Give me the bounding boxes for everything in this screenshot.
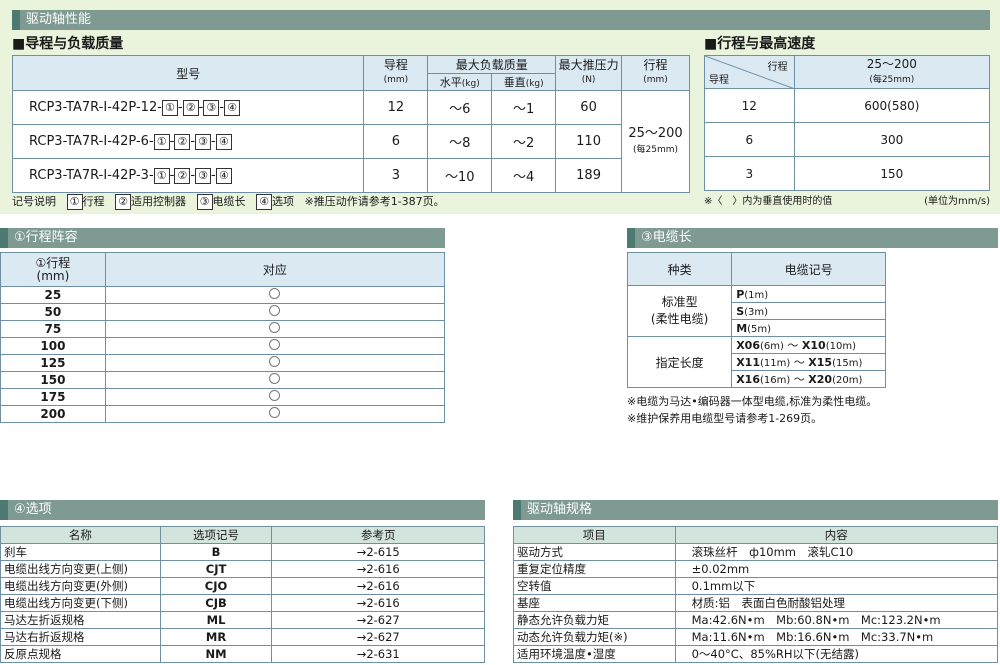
- standard-type-cell: 标准型 (柔性电缆): [626, 285, 733, 337]
- table-row: RCP3-TA7R-I-42P-3- ① - ② - ③ - ④ 3 ～10 ～4 189: [11, 158, 690, 193]
- table-row: 50: [0, 303, 446, 321]
- circle-icon: [269, 390, 281, 401]
- stroke-table: ①行程 (mm) 对应 25 50 75 100 125 150 175 200: [0, 252, 446, 423]
- section-title-spec: 驱动轴规格: [513, 500, 998, 520]
- table-row: 12 600(580): [704, 88, 991, 123]
- col-horizontal: 水平(kg): [427, 73, 493, 91]
- table-row: 100: [0, 337, 446, 355]
- col-stroke: ①行程 (mm): [0, 252, 106, 287]
- table-row: 静态允许负载力矩 Ma:42.6N•m Mb:60.8N•m Mc:123.2N•…: [513, 611, 999, 629]
- speed-table-heading: ■行程与最高速度: [704, 36, 816, 52]
- table-row: 马达右折返规格 MR →2-627: [0, 628, 485, 646]
- table-row: 基座 材质:铝 表面白色耐酸铝处理: [513, 594, 999, 612]
- table-row: 200: [0, 405, 446, 423]
- table-row: 空转值 0.1mm以下: [513, 577, 999, 595]
- circle-icon: [269, 322, 281, 333]
- cable-table: 种类 电缆记号 标准型 (柔性电缆) P(1m) S(3m) M(5m) 指定长度…: [626, 252, 886, 388]
- table-row: 驱动方式 滚珠丝杆 ф10mm 滚轧C10: [513, 543, 999, 561]
- table-row: 电缆出线方向变更(外侧) CJO →2-616: [0, 577, 485, 595]
- model-cell: RCP3-TA7R-I-42P-12- ① - ② - ③ - ④: [11, 90, 365, 125]
- table-row: 3 150: [704, 156, 991, 191]
- section-title-cable: ③电缆长: [627, 228, 998, 248]
- circle-icon: [269, 356, 281, 367]
- lead-load-table: 型号 导程 (mm) 最大负载质量 最大推压力 (N) 行程 (mm) 水平(kg) …: [11, 55, 690, 193]
- options-table: 名称 选项记号 参考页 刹车 B →2-615 电缆出线方向变更(上侧) CJT →2-…: [0, 526, 485, 663]
- circle-icon: [269, 339, 281, 350]
- section-title-performance: 驱动轴性能: [12, 10, 990, 30]
- table-row: RCP3-TA7R-I-42P-6- ① - ② - ③ - ④ 6 ～8 ～2 110: [11, 124, 690, 159]
- table-row: 刹车 B →2-615: [0, 543, 485, 561]
- table-row: 马达左折返规格 ML →2-627: [0, 611, 485, 629]
- table-row: 25: [0, 286, 446, 304]
- speed-table: 行程 导程 25～200 (每25mm) 12 600(580) 6 300 3 150: [704, 55, 991, 191]
- col-ref-page: 参考页: [271, 526, 485, 544]
- table-row: 75: [0, 320, 446, 338]
- stroke-range-cell: 25～200 (每25mm): [621, 90, 690, 193]
- custom-length-cell: 指定长度: [626, 336, 733, 388]
- table-row: 6 300: [704, 122, 991, 157]
- col-name: 名称: [0, 526, 161, 544]
- spec-table: 项目 内容 驱动方式 滚珠丝杆 ф10mm 滚轧C10 重复定位精度 ±0.02mm…: [513, 526, 999, 663]
- col-item: 项目: [513, 526, 676, 544]
- section-title-options: ④选项: [0, 500, 485, 520]
- cable-note-2: ※维护保养用电缆型号请参考1-269页。: [627, 412, 823, 425]
- col-vertical: 垂直(kg): [491, 73, 557, 91]
- model-cell: RCP3-TA7R-I-42P-3- ① - ② - ③ - ④: [11, 158, 365, 193]
- table-row: 电缆出线方向变更(上侧) CJT →2-616: [0, 560, 485, 578]
- table-row: 电缆出线方向变更(下侧) CJB →2-616: [0, 594, 485, 612]
- table-row: 175: [0, 388, 446, 406]
- speed-range-header: 25～200 (每25mm): [793, 55, 991, 89]
- circle-icon: [269, 373, 281, 384]
- col-lead: 导程 (mm): [363, 55, 429, 91]
- col-content: 内容: [674, 526, 999, 544]
- col-max-load: 最大负载质量: [427, 55, 557, 74]
- cable-note-1: ※电缆为马达•编码器一体型电缆,标准为柔性电缆。: [627, 395, 878, 408]
- col-cable-code: 电缆记号: [731, 252, 886, 286]
- model-legend: 记号说明 ① 行程 ② 适用控制器 ③ 电缆长 ④ 选项 ※推压动作请参考1-387页。: [12, 194, 445, 210]
- lead-table-heading: ■导程与负载质量: [12, 36, 124, 52]
- speed-note: ※〈 〉内为垂直使用时的值: [704, 196, 833, 207]
- col-model: 型号: [11, 55, 365, 91]
- table-row: 125: [0, 354, 446, 372]
- table-row: 适用环境温度•湿度 0～40°C、85%RH以下(无结露): [513, 645, 999, 663]
- table-row: 150: [0, 371, 446, 389]
- diagonal-header: 行程 导程: [704, 55, 795, 89]
- table-row: 动态允许负载力矩(※) Ma:11.6N•m Mb:16.6N•m Mc:33.7…: [513, 628, 999, 646]
- col-option-code: 选项记号: [159, 526, 273, 544]
- model-cell: RCP3-TA7R-I-42P-6- ① - ② - ③ - ④: [11, 124, 365, 159]
- section-title-stroke: ①行程阵容: [0, 228, 445, 248]
- col-max-push: 最大推压力 (N): [555, 55, 623, 91]
- circle-icon: [269, 288, 281, 299]
- col-stroke: 行程 (mm): [621, 55, 690, 91]
- col-type: 种类: [626, 252, 733, 286]
- circle-icon: [269, 305, 281, 316]
- table-row: 反原点规格 NM →2-631: [0, 645, 485, 663]
- col-support: 对应: [104, 252, 446, 287]
- circle-icon: [269, 407, 281, 418]
- speed-unit: (单位为mm/s): [924, 196, 990, 207]
- table-row: RCP3-TA7R-I-42P-12- ① - ② - ③ - ④ 12 ～6 ～1 60 2…: [11, 90, 690, 193]
- table-row: 重复定位精度 ±0.02mm: [513, 560, 999, 578]
